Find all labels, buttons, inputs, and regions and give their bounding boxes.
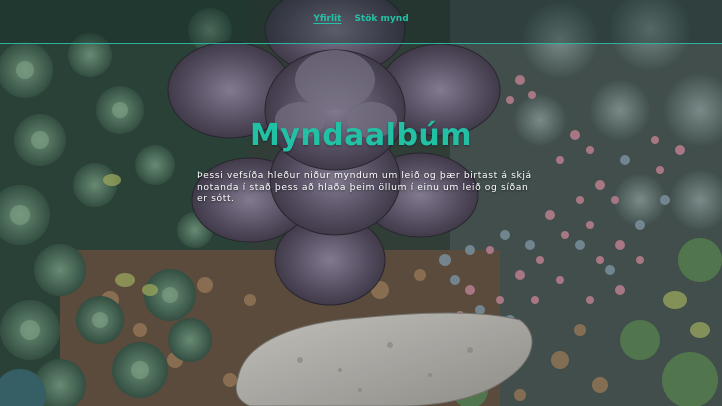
page-title: Myndaalbúm — [249, 118, 473, 153]
hero-description: Þessi vefsíða hleður niður myndum um lei… — [197, 170, 532, 204]
nav-link-overview[interactable]: Yfirlit — [313, 14, 341, 25]
nav-link-single-image[interactable]: Stök mynd — [354, 14, 408, 25]
page: Yfirlit Stök mynd Myndaalbúm Þessi vefsí… — [0, 0, 722, 406]
top-navbar: Yfirlit Stök mynd — [0, 0, 722, 44]
